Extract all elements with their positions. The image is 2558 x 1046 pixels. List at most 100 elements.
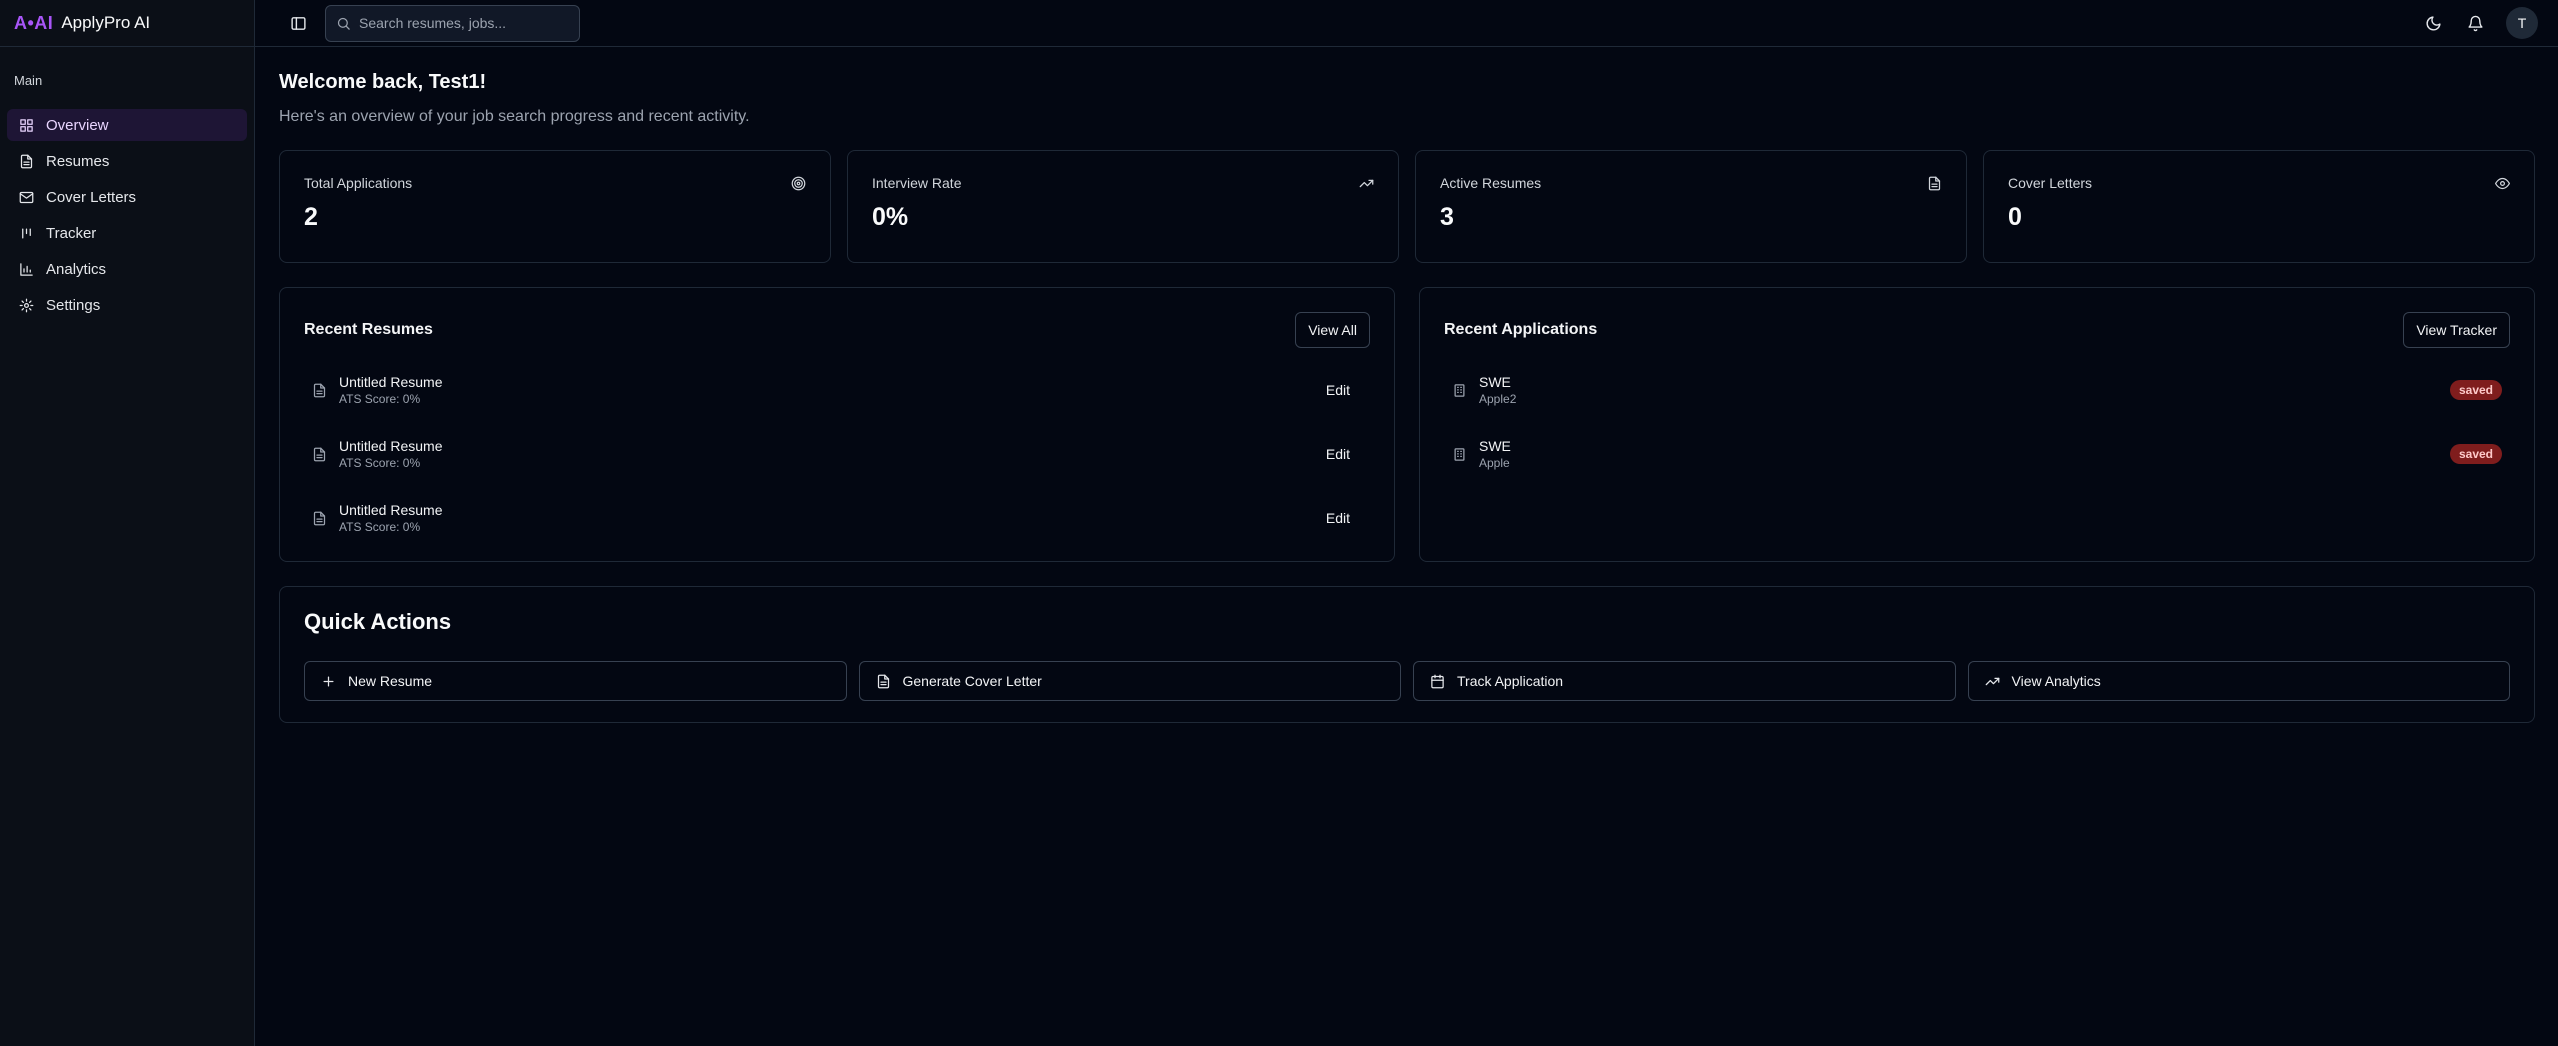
track-application-button[interactable]: Track Application	[1413, 661, 1956, 701]
sidebar-item-settings[interactable]: Settings	[7, 289, 247, 321]
stat-card-total-applications: Total Applications 2	[279, 150, 831, 263]
file-text-icon	[877, 674, 889, 688]
file-text-icon	[313, 447, 326, 461]
sidebar-item-label: Resumes	[46, 152, 110, 170]
stat-card-interview-rate: Interview Rate 0%	[847, 150, 1399, 263]
quick-action-label: View Analytics	[2011, 673, 2101, 689]
search-box[interactable]	[325, 4, 580, 42]
kanban-icon	[22, 228, 31, 238]
recent-applications-panel: Recent Applications View Tracker SWE App…	[1419, 287, 2535, 562]
stats-grid: Total Applications 2 Interview Rate 0% A…	[279, 150, 2535, 263]
stat-label: Interview Rate	[872, 175, 962, 191]
view-all-button[interactable]: View All	[1295, 312, 1370, 348]
sidebar-item-label: Settings	[46, 296, 101, 314]
calendar-icon	[1431, 674, 1444, 688]
company-name: Apple2	[1479, 392, 1517, 406]
search-input[interactable]	[359, 15, 559, 31]
sidebar-item-resumes[interactable]: Resumes	[7, 145, 247, 177]
list-item-text: SWE Apple	[1479, 438, 1511, 470]
quick-actions-grid: New Resume Generate Cover Letter Track A…	[304, 661, 2510, 701]
sidebar-item-tracker[interactable]: Tracker	[7, 217, 247, 249]
topbar: T	[255, 0, 2558, 47]
list-item-text: Untitled Resume ATS Score: 0%	[339, 374, 443, 406]
new-resume-button[interactable]: New Resume	[304, 661, 847, 701]
panel-title: Recent Resumes	[304, 321, 433, 338]
search-icon	[337, 17, 350, 30]
job-title: SWE	[1479, 374, 1511, 390]
quick-action-label: Generate Cover Letter	[902, 673, 1042, 689]
view-analytics-button[interactable]: View Analytics	[1967, 661, 2510, 701]
quick-action-label: New Resume	[348, 673, 433, 689]
dashboard-content: Welcome back, Test1! Here's an overview …	[255, 47, 2558, 723]
sidebar: A•AI ApplyPro AI Main Overview Resumes C…	[0, 0, 255, 1046]
building-icon	[1454, 383, 1465, 397]
quick-action-label: Track Application	[1457, 673, 1564, 689]
recent-resumes-panel: Recent Resumes View All Untitled Resume …	[279, 287, 1395, 562]
file-text-icon	[1927, 176, 1942, 196]
resume-list: Untitled Resume ATS Score: 0% Edit Untit…	[304, 358, 1370, 550]
page-subtitle: Here's an overview of your job search pr…	[279, 108, 750, 125]
app-root: A•AI ApplyPro AI Main Overview Resumes C…	[0, 0, 2558, 1046]
stat-value: 0	[2008, 203, 2022, 231]
sidebar-nav: Overview Resumes Cover Letters Tracker A…	[0, 109, 254, 321]
status-badge: saved	[2449, 444, 2502, 464]
stat-label: Cover Letters	[2008, 175, 2093, 191]
ats-score: ATS Score: 0%	[339, 392, 421, 406]
panel-title: Recent Applications	[1444, 321, 1598, 338]
ats-score: ATS Score: 0%	[339, 520, 421, 534]
quick-actions-title: Quick Actions	[304, 609, 452, 634]
panel-header: Recent Applications View Tracker	[1444, 312, 2510, 348]
company-name: Apple	[1479, 456, 1510, 470]
theme-toggle-button[interactable]	[2418, 8, 2448, 38]
sidebar-toggle-button[interactable]	[283, 8, 313, 38]
eye-icon	[2495, 176, 2510, 196]
generate-cover-letter-button[interactable]: Generate Cover Letter	[858, 661, 1401, 701]
topbar-actions: T	[2418, 7, 2538, 39]
trending-up-icon	[1359, 176, 1374, 196]
resume-title: Untitled Resume	[339, 374, 443, 390]
edit-button[interactable]: Edit	[1316, 438, 1360, 470]
resume-title: Untitled Resume	[339, 502, 443, 518]
main-area: T Welcome back, Test1! Here's an overvie…	[255, 0, 2558, 1046]
stat-label: Active Resumes	[1440, 175, 1542, 191]
list-item[interactable]: SWE Apple2 saved	[1444, 358, 2510, 422]
nav-group-label: Main	[14, 73, 43, 88]
gear-icon	[19, 298, 34, 312]
page-title: Welcome back, Test1!	[279, 71, 487, 93]
sidebar-item-cover-letters[interactable]: Cover Letters	[7, 181, 247, 213]
stat-value: 3	[1440, 203, 1454, 231]
edit-button[interactable]: Edit	[1316, 374, 1360, 406]
trending-up-icon	[1985, 677, 1999, 685]
list-item: Untitled Resume ATS Score: 0% Edit	[304, 422, 1370, 486]
stat-card-active-resumes: Active Resumes 3	[1415, 150, 1967, 263]
job-title: SWE	[1479, 438, 1511, 454]
mail-icon	[19, 191, 34, 203]
file-text-icon	[313, 511, 326, 525]
file-text-icon	[313, 383, 326, 397]
list-item[interactable]: SWE Apple saved	[1444, 422, 2510, 486]
brand-name: ApplyPro AI	[61, 13, 151, 32]
target-icon	[791, 176, 806, 196]
file-text-icon	[20, 154, 33, 168]
sidebar-item-analytics[interactable]: Analytics	[7, 253, 247, 285]
list-item-text: SWE Apple2	[1479, 374, 1516, 406]
list-item-text: Untitled Resume ATS Score: 0%	[339, 438, 443, 470]
edit-button[interactable]: Edit	[1316, 502, 1360, 534]
quick-actions-panel: Quick Actions New Resume Generate Cover …	[279, 586, 2535, 723]
status-badge: saved	[2449, 380, 2502, 400]
panel-left-icon	[290, 16, 306, 30]
bell-icon	[2467, 15, 2483, 31]
view-tracker-button[interactable]: View Tracker	[2403, 312, 2510, 348]
avatar[interactable]: T	[2506, 7, 2538, 39]
sidebar-item-overview[interactable]: Overview	[7, 109, 247, 141]
moon-icon	[2426, 15, 2441, 30]
bar-chart-icon	[20, 262, 33, 276]
stat-value: 0%	[872, 203, 909, 231]
panel-header: Recent Resumes View All	[304, 312, 1370, 348]
notifications-button[interactable]	[2460, 8, 2490, 38]
building-icon	[1454, 447, 1465, 461]
brand[interactable]: A•AI ApplyPro AI	[0, 0, 254, 47]
ats-score: ATS Score: 0%	[339, 456, 421, 470]
plus-icon	[323, 676, 334, 686]
recent-section: Recent Resumes View All Untitled Resume …	[279, 287, 2535, 562]
